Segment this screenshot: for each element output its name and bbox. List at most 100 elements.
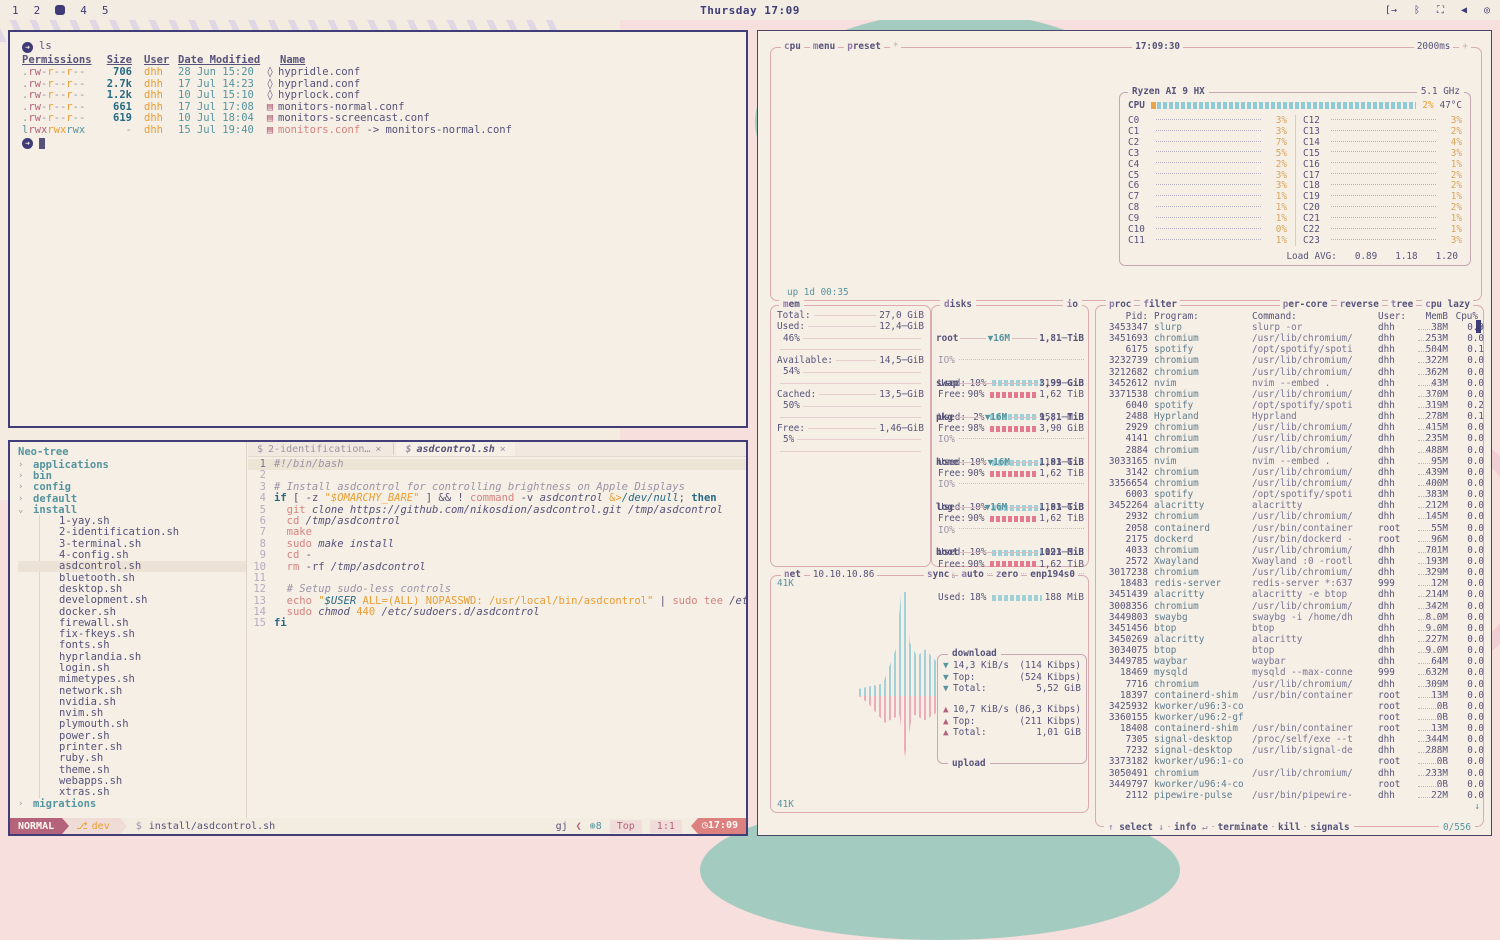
proc-action-button[interactable]: info ↵ xyxy=(1170,822,1212,833)
tree-item[interactable]: printer.sh xyxy=(18,741,246,752)
proc-action-button[interactable]: kill xyxy=(1274,822,1304,833)
tree-item[interactable]: asdcontrol.sh xyxy=(18,561,246,572)
tree-item[interactable]: nvidia.sh xyxy=(18,696,246,707)
interval-plus[interactable]: + xyxy=(1459,41,1471,52)
tab-tree[interactable]: tree xyxy=(1388,299,1416,310)
process-row[interactable]: 3371538 chromium /usr/lib/chromium/ dhh … xyxy=(1102,389,1477,400)
process-row[interactable]: 2058 containerd /usr/bin/container root … xyxy=(1102,523,1477,534)
process-row[interactable]: 3449785 waybar waybar dhh 64M 0.0 xyxy=(1102,656,1477,667)
tree-item[interactable]: mimetypes.sh xyxy=(18,674,246,685)
tab-auto[interactable]: auto xyxy=(958,569,986,580)
tree-item[interactable]: theme.sh xyxy=(18,764,246,775)
tab-mem[interactable]: mem xyxy=(779,299,804,310)
proc-action-button[interactable]: terminate xyxy=(1214,822,1272,833)
tree-item[interactable]: development.sh xyxy=(18,595,246,606)
process-row[interactable]: 3452612 nvim nvim --embed . dhh 43M 0.0 xyxy=(1102,378,1477,389)
proc-scrollbar-thumb[interactable] xyxy=(1476,320,1481,333)
tree-item[interactable]: fonts.sh xyxy=(18,640,246,651)
process-row[interactable]: 3449797 kworker/u96:4-co root 0B 0.0 xyxy=(1102,779,1477,790)
tab-per-core[interactable]: per-core xyxy=(1280,299,1331,310)
process-row[interactable]: 2112 pipewire-pulse /usr/bin/pipewire- d… xyxy=(1102,790,1477,801)
process-row[interactable]: 2572 Xwayland Xwayland :0 -rootl dhh 193… xyxy=(1102,556,1477,567)
tree-item[interactable]: webapps.sh xyxy=(18,775,246,786)
process-row[interactable]: 3232739 chromium /usr/lib/chromium/ dhh … xyxy=(1102,355,1477,366)
tree-item[interactable]: bluetooth.sh xyxy=(18,572,246,583)
tab-reverse[interactable]: reverse xyxy=(1337,299,1382,310)
process-row[interactable]: 2884 chromium /usr/lib/chromium/ dhh 488… xyxy=(1102,445,1477,456)
process-row[interactable]: 3451693 chromium /usr/lib/chromium/ dhh … xyxy=(1102,333,1477,344)
tree-item[interactable]: plymouth.sh xyxy=(18,719,246,730)
process-row[interactable]: 2175 dockerd /usr/bin/dockerd - root 96M… xyxy=(1102,534,1477,545)
process-row[interactable]: 7716 chromium /usr/lib/chromium/ dhh 309… xyxy=(1102,679,1477,690)
process-row[interactable]: 3451456 btop btop dhh 9.0M 0.0 xyxy=(1102,623,1477,634)
process-row[interactable]: 3034075 btop btop dhh 9.0M 0.0 xyxy=(1102,645,1477,656)
tree-item[interactable]: docker.sh xyxy=(18,606,246,617)
tab-preset[interactable]: preset xyxy=(844,41,884,52)
scroll-down-icon[interactable]: ↓ xyxy=(1474,801,1480,812)
process-row[interactable]: 4033 chromium /usr/lib/chromium/ dhh 701… xyxy=(1102,545,1477,556)
process-row[interactable]: 2488 Hyprland Hyprland dhh 278M 0.1 xyxy=(1102,411,1477,422)
process-row[interactable]: 6040 spotify /opt/spotify/spoti dhh 319M… xyxy=(1102,400,1477,411)
tree-item[interactable]: › applications xyxy=(18,459,246,470)
tree-item[interactable]: nvim.sh xyxy=(18,708,246,719)
tab-zero[interactable]: zero xyxy=(993,569,1021,580)
tree-item[interactable]: 4-config.sh xyxy=(18,549,246,560)
tab-cpu[interactable]: cpu xyxy=(781,41,804,52)
process-row[interactable]: 3033165 nvim nvim --embed . dhh 95M 0.0 xyxy=(1102,456,1477,467)
tree-item[interactable]: power.sh xyxy=(18,730,246,741)
tray-icon[interactable]: [→ xyxy=(1385,5,1397,16)
tree-item[interactable]: firewall.sh xyxy=(18,617,246,628)
tree-item[interactable]: 2-identification.sh xyxy=(18,527,246,538)
tray-icon[interactable]: ⛶ xyxy=(1437,5,1444,16)
workspace-button[interactable]: 1 xyxy=(12,4,19,17)
process-row[interactable]: 3452264 alacritty alacritty dhh 212M 0.0 xyxy=(1102,500,1477,511)
process-row[interactable]: 6175 spotify /opt/spotify/spoti dhh 504M… xyxy=(1102,344,1477,355)
tab-cpu-lazy[interactable]: cpu lazy xyxy=(1422,299,1473,310)
process-row[interactable]: 3050491 chromium /usr/lib/chromium/ dhh … xyxy=(1102,768,1477,779)
process-row[interactable]: 3425932 kworker/u96:3-co root 0B 0.0 xyxy=(1102,701,1477,712)
process-row[interactable]: 3017238 chromium /usr/lib/chromium/ dhh … xyxy=(1102,567,1477,578)
tree-item[interactable]: › bin xyxy=(18,470,246,481)
proc-action-button[interactable]: ↑ select ↓ xyxy=(1104,822,1168,833)
process-row[interactable]: 3449803 swaybg swaybg -i /home/dh dhh 8.… xyxy=(1102,612,1477,623)
tab-io[interactable]: io xyxy=(1063,299,1082,310)
tree-item[interactable]: › config xyxy=(18,482,246,493)
process-row[interactable]: 4141 chromium /usr/lib/chromium/ dhh 235… xyxy=(1102,433,1477,444)
workspace-button[interactable]: 4 xyxy=(80,4,87,17)
process-row[interactable]: 18483 redis-server redis-server *:637 99… xyxy=(1102,578,1477,589)
tab-sync[interactable]: sync xyxy=(924,569,952,580)
process-row[interactable]: 18408 containerd-shim /usr/bin/container… xyxy=(1102,723,1477,734)
process-row[interactable]: 3008356 chromium /usr/lib/chromium/ dhh … xyxy=(1102,601,1477,612)
process-row[interactable]: 3373182 kworker/u96:1-co root 0B 0.0 xyxy=(1102,756,1477,767)
terminal-cursor[interactable] xyxy=(39,138,45,149)
process-row[interactable]: 2932 chromium /usr/lib/chromium/ dhh 145… xyxy=(1102,511,1477,522)
tree-item[interactable]: 3-terminal.sh xyxy=(18,538,246,549)
tree-item[interactable]: 1-yay.sh xyxy=(18,515,246,526)
process-row[interactable]: 3212682 chromium /usr/lib/chromium/ dhh … xyxy=(1102,367,1477,378)
workspace-button[interactable] xyxy=(55,5,65,15)
process-row[interactable]: 3453347 slurp slurp -or dhh 38M 0.0 xyxy=(1102,322,1477,333)
process-row[interactable]: 3450269 alacritty alacritty dhh 227M 0.0 xyxy=(1102,634,1477,645)
tree-item[interactable]: login.sh xyxy=(18,662,246,673)
process-row[interactable]: 3360155 kworker/u96:2-gf root 0B 0.0 xyxy=(1102,712,1477,723)
tree-item[interactable]: desktop.sh xyxy=(18,583,246,594)
process-row[interactable]: 18469 mysqld mysqld --max-conne 999 632M… xyxy=(1102,667,1477,678)
tree-item[interactable]: hyprlandia.sh xyxy=(18,651,246,662)
tray-icon[interactable]: ◀ xyxy=(1461,5,1467,16)
close-icon[interactable]: × xyxy=(500,444,506,455)
process-row[interactable]: 3451439 alacritty alacritty -e btop dhh … xyxy=(1102,589,1477,600)
tray-icon[interactable]: ◎ xyxy=(1484,5,1490,16)
workspace-button[interactable]: 2 xyxy=(34,4,41,17)
tree-item[interactable]: › default xyxy=(18,493,246,504)
proc-action-button[interactable]: signals xyxy=(1306,822,1353,833)
tree-item[interactable]: › migrations xyxy=(18,798,246,809)
tab-2-identification[interactable]: $ 2-identification… × xyxy=(248,442,390,456)
tab-menu[interactable]: menu xyxy=(810,41,838,52)
tree-item[interactable]: ⌄ install xyxy=(18,504,246,515)
tab-asdcontrol[interactable]: $ asdcontrol.sh × xyxy=(396,442,514,456)
close-icon[interactable]: × xyxy=(375,444,381,455)
tree-item[interactable]: xtras.sh xyxy=(18,787,246,798)
process-row[interactable]: 3356654 chromium /usr/lib/chromium/ dhh … xyxy=(1102,478,1477,489)
workspace-button[interactable]: 5 xyxy=(102,4,109,17)
tray-icon[interactable]: ᛒ xyxy=(1414,5,1420,16)
